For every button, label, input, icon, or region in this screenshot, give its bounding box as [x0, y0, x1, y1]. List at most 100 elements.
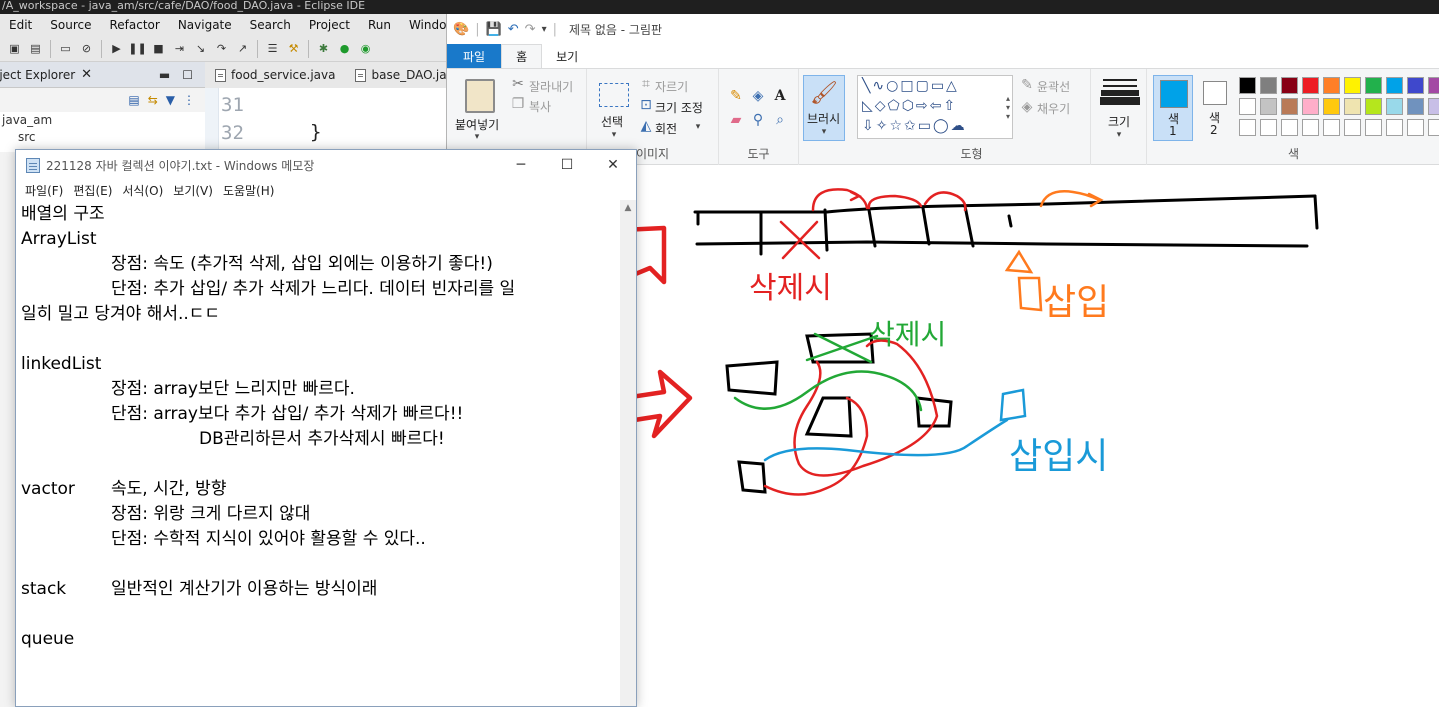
copy-button[interactable]: 복사: [529, 98, 551, 115]
undo-icon[interactable]: ↶: [508, 22, 519, 37]
menu-source[interactable]: Source: [41, 14, 100, 36]
tab-food-service[interactable]: food_service.java: [205, 62, 345, 88]
tab-view[interactable]: 보기: [542, 44, 592, 68]
palette-swatch[interactable]: [1407, 119, 1424, 136]
palette-swatch[interactable]: [1239, 119, 1256, 136]
palette-swatch[interactable]: [1386, 77, 1403, 94]
palette-swatch[interactable]: [1281, 98, 1298, 115]
palette-swatch[interactable]: [1281, 77, 1298, 94]
color2-button[interactable]: 색 2: [1197, 75, 1233, 141]
line-width-icon[interactable]: [1103, 79, 1137, 81]
menu-format[interactable]: 서식(O): [117, 182, 168, 199]
menu-search[interactable]: Search: [241, 14, 300, 36]
palette-swatch[interactable]: [1239, 98, 1256, 115]
palette-swatch[interactable]: [1428, 119, 1439, 136]
select-icon[interactable]: [599, 83, 629, 107]
tab-file[interactable]: 파일: [447, 44, 502, 68]
terminal-icon[interactable]: ▭: [57, 40, 74, 57]
fill-button[interactable]: 채우기: [1037, 100, 1070, 117]
crop-button[interactable]: 자르기: [655, 78, 688, 95]
palette-swatch[interactable]: [1344, 119, 1361, 136]
tab-home[interactable]: 홈: [501, 44, 543, 68]
debug-icon[interactable]: ✱: [315, 40, 332, 57]
palette-swatch[interactable]: [1386, 98, 1403, 115]
save-icon[interactable]: 💾: [486, 22, 502, 37]
maximize-icon[interactable]: ☐: [182, 68, 193, 82]
menu-edit[interactable]: Edit: [0, 14, 41, 36]
menu-navigate[interactable]: Navigate: [169, 14, 241, 36]
palette-swatch[interactable]: [1365, 98, 1382, 115]
tree-item-src[interactable]: src: [0, 129, 205, 146]
skip-breakpoints-icon[interactable]: ⊘: [78, 40, 95, 57]
filter-icon[interactable]: ▼: [166, 93, 175, 107]
close-icon[interactable]: ✕: [590, 150, 636, 180]
color1-button[interactable]: 색 1: [1153, 75, 1193, 141]
palette-swatch[interactable]: [1407, 77, 1424, 94]
palette-swatch[interactable]: [1302, 77, 1319, 94]
maximize-icon[interactable]: ☐: [544, 150, 590, 180]
color-picker-icon[interactable]: ⚲: [749, 111, 767, 129]
gallery-scroll-icon[interactable]: ▴ ▾ ▾: [1003, 77, 1013, 137]
menu-refactor[interactable]: Refactor: [100, 14, 168, 36]
chevron-down-icon[interactable]: ▾: [1113, 129, 1125, 141]
palette-swatch[interactable]: [1302, 119, 1319, 136]
palette-swatch[interactable]: [1386, 119, 1403, 136]
size-button[interactable]: 크기: [1108, 113, 1130, 130]
tree-item-project[interactable]: java_am: [0, 112, 205, 129]
palette-swatch[interactable]: [1281, 119, 1298, 136]
save-icon[interactable]: ▣: [6, 40, 23, 57]
palette-swatch[interactable]: [1407, 98, 1424, 115]
step-into-icon[interactable]: ↘: [192, 40, 209, 57]
project-explorer-tab[interactable]: oject Explorer: [0, 68, 79, 82]
open-task-icon[interactable]: ☰: [264, 40, 281, 57]
customize-quick-access-icon[interactable]: ▾: [542, 24, 547, 35]
menu-edit[interactable]: 편집(E): [68, 182, 117, 199]
brush-button[interactable]: 🖌 브러시 ▾: [803, 75, 845, 141]
minimize-icon[interactable]: ▬: [159, 68, 170, 82]
outline-button[interactable]: 윤곽선: [1037, 78, 1070, 95]
code-editor[interactable]: 31 32 }: [205, 88, 450, 152]
palette-swatch[interactable]: [1239, 77, 1256, 94]
eraser-icon[interactable]: ▰: [727, 111, 745, 129]
chevron-down-icon[interactable]: ▾: [455, 131, 499, 143]
close-icon[interactable]: ✕: [81, 67, 92, 82]
palette-swatch[interactable]: [1365, 119, 1382, 136]
redo-icon[interactable]: ↷: [525, 22, 536, 37]
palette-swatch[interactable]: [1260, 98, 1277, 115]
palette-swatch[interactable]: [1344, 98, 1361, 115]
chevron-down-icon[interactable]: ▾: [607, 129, 621, 141]
cut-button[interactable]: 잘라내기: [529, 78, 573, 95]
select-button[interactable]: 선택: [601, 113, 623, 130]
palette-swatch[interactable]: [1260, 77, 1277, 94]
terminate-icon[interactable]: ■: [150, 40, 167, 57]
menu-view[interactable]: 보기(V): [168, 182, 218, 199]
step-over-icon[interactable]: ↷: [213, 40, 230, 57]
pencil-icon[interactable]: ✎: [727, 87, 745, 105]
vertical-scrollbar[interactable]: ▲: [620, 200, 636, 706]
palette-swatch[interactable]: [1344, 77, 1361, 94]
menu-run[interactable]: Run: [359, 14, 400, 36]
scroll-up-icon[interactable]: ▲: [620, 200, 636, 216]
menu-project[interactable]: Project: [300, 14, 359, 36]
palette-swatch[interactable]: [1365, 77, 1382, 94]
resize-button[interactable]: 크기 조정: [655, 99, 703, 116]
palette-swatch[interactable]: [1302, 98, 1319, 115]
shapes-gallery[interactable]: ╲∿○□▢▭△ ◺◇⬠⬡⇨⇦⇧ ⇩✧☆✩▭◯☁: [857, 75, 1013, 139]
suspend-icon[interactable]: ❚❚: [128, 40, 146, 57]
chevron-down-icon[interactable]: ▾: [693, 121, 703, 133]
save-all-icon[interactable]: ▤: [27, 40, 44, 57]
palette-swatch[interactable]: [1428, 77, 1439, 94]
view-menu-icon[interactable]: ⋮: [183, 93, 195, 107]
resume-icon[interactable]: ▶: [108, 40, 125, 57]
run-icon[interactable]: ●: [336, 40, 353, 57]
text-tool-icon[interactable]: A: [771, 87, 789, 105]
paste-icon[interactable]: [465, 79, 495, 113]
fill-bucket-icon[interactable]: ◈: [749, 87, 767, 105]
collapse-all-icon[interactable]: ▤: [128, 93, 139, 107]
rotate-button[interactable]: 회전: [655, 120, 677, 137]
link-editor-icon[interactable]: ⇆: [148, 93, 158, 107]
palette-swatch[interactable]: [1323, 98, 1340, 115]
palette-swatch[interactable]: [1428, 98, 1439, 115]
palette-swatch[interactable]: [1323, 119, 1340, 136]
menu-help[interactable]: 도움말(H): [218, 182, 280, 199]
